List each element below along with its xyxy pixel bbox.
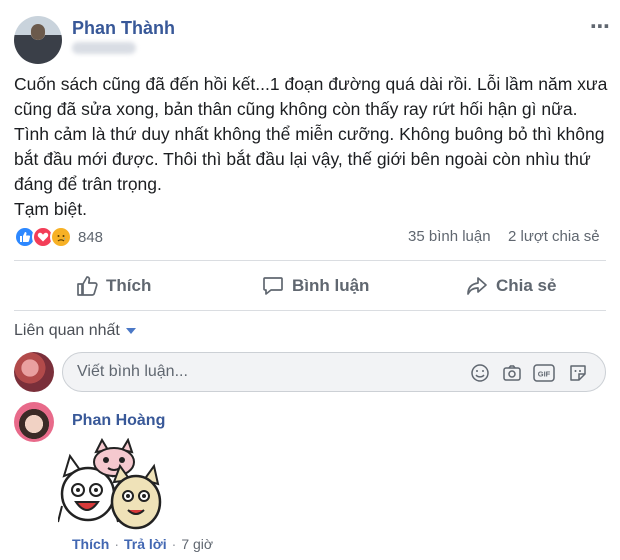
comment-actions: Thích · Trả lời · 7 giờ (72, 536, 213, 552)
comment-composer[interactable]: GIF (62, 352, 606, 392)
sad-icon (50, 226, 72, 248)
separator-dot: · (114, 536, 120, 552)
more-options-icon[interactable]: ⋯ (590, 14, 611, 39)
share-arrow-icon (467, 277, 487, 295)
comment-bubble-icon (263, 277, 283, 295)
comments-count-link[interactable]: 35 bình luận (408, 228, 491, 245)
author-name[interactable]: Phan Thành (72, 18, 175, 39)
reactions-summary[interactable]: 848 (14, 224, 103, 250)
author-avatar[interactable] (14, 16, 62, 64)
post-card: Phan Thành ⋯ Cuốn sách cũng đã đến hồi k… (0, 0, 620, 560)
comment-input[interactable] (77, 353, 457, 391)
commenter-avatar[interactable] (14, 402, 54, 442)
comment-like-link[interactable]: Thích (72, 536, 109, 552)
caret-down-icon (125, 328, 136, 334)
cat-sticker-image (58, 438, 162, 530)
gif-icon-label: GIF (538, 370, 551, 379)
post-text: Cuốn sách cũng đã đến hồi kết...1 đoạn đ… (14, 74, 608, 219)
comment-reply-link[interactable]: Trả lời (124, 536, 167, 552)
comment-button[interactable]: Bình luận (262, 270, 369, 302)
divider (14, 310, 606, 311)
camera-icon[interactable] (501, 362, 523, 384)
thumbs-up-icon (77, 276, 98, 296)
commenter-name[interactable]: Phan Hoàng (72, 412, 165, 430)
gif-icon[interactable]: GIF (533, 362, 555, 384)
comment-sort-dropdown[interactable]: Liên quan nhất (14, 322, 136, 340)
comment-button-label: Bình luận (292, 276, 370, 295)
shares-count-link[interactable]: 2 lượt chia sẻ (508, 228, 600, 245)
sticker-icon[interactable] (567, 362, 589, 384)
divider (14, 260, 606, 261)
separator-dot: · (171, 536, 177, 552)
current-user-avatar[interactable] (14, 352, 54, 392)
comment-sort-label: Liên quan nhất (14, 322, 120, 339)
reaction-count: 848 (78, 228, 104, 246)
post-timestamp-blurred[interactable] (72, 42, 136, 54)
share-button-label: Chia sẻ (496, 276, 557, 295)
share-button[interactable]: Chia sẻ (466, 270, 556, 302)
emoji-icon[interactable] (469, 362, 491, 384)
like-button[interactable]: Thích (76, 270, 151, 302)
comment-time[interactable]: 7 giờ (181, 536, 213, 552)
like-button-label: Thích (106, 276, 152, 295)
